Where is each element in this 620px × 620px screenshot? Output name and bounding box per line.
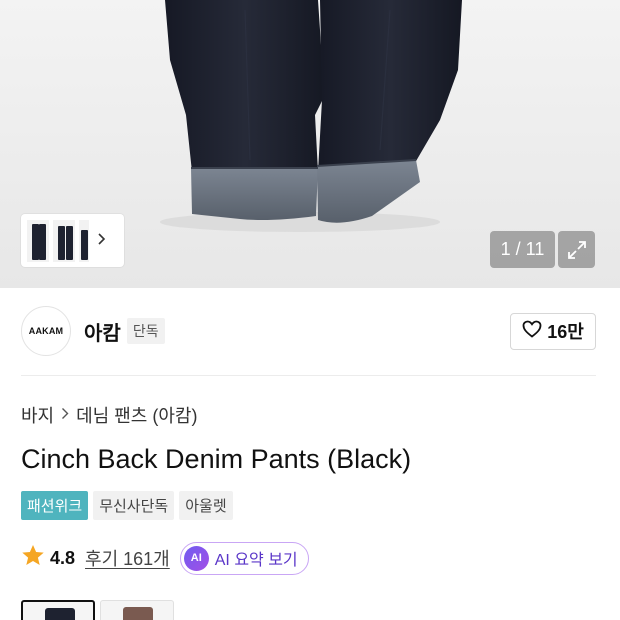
thumbnail-image[interactable] [27, 219, 49, 262]
chevron-right-icon[interactable] [97, 232, 106, 250]
tag-outlet[interactable]: 아울렛 [179, 491, 233, 520]
product-tags: 패션위크 무신사단독 아울렛 [21, 491, 233, 520]
brand-row: AAKAM 아캄 단독 16만 [21, 306, 596, 356]
tag-fashion-week[interactable]: 패션위크 [21, 491, 89, 520]
color-variant-brown[interactable] [100, 600, 174, 620]
breadcrumb: 바지 데님 팬츠 (아캄) [21, 402, 197, 428]
breadcrumb-category[interactable]: 바지 [21, 402, 54, 428]
color-variant-black[interactable] [21, 600, 95, 620]
product-title: Cinch Back Denim Pants (Black) [21, 444, 412, 474]
brand-logo[interactable]: AAKAM [21, 306, 71, 356]
color-variant-list [21, 600, 174, 620]
star-icon [21, 544, 45, 572]
like-button[interactable]: 16만 [510, 312, 596, 350]
review-count-link[interactable]: 후기 161개 [85, 545, 170, 571]
chevron-right-icon [61, 405, 69, 425]
ai-badge-icon: AI [183, 545, 209, 571]
breadcrumb-subcategory[interactable]: 데님 팬츠 (아캄) [76, 402, 197, 428]
image-counter: 1 / 11 [490, 231, 555, 268]
tag-musinsa-exclusive[interactable]: 무신사단독 [93, 491, 175, 520]
like-count: 16만 [547, 322, 584, 342]
expand-icon[interactable] [558, 231, 595, 268]
thumbnail-image[interactable] [79, 219, 89, 262]
rating-row: 4.8 후기 161개 AI AI 요약 보기 [21, 541, 309, 575]
exclusive-badge: 단독 [126, 318, 165, 344]
brand-name[interactable]: 아캄 [84, 317, 121, 346]
ai-summary-button[interactable]: AI AI 요약 보기 [179, 541, 309, 575]
ai-summary-label: AI 요약 보기 [214, 552, 298, 569]
rating-value: 4.8 [50, 547, 76, 568]
thumbnail-strip[interactable] [21, 214, 124, 267]
thumbnail-image[interactable] [53, 219, 75, 262]
product-image-gallery[interactable]: 1 / 11 [0, 0, 620, 288]
divider [21, 375, 596, 376]
heart-outline-icon [522, 320, 542, 343]
